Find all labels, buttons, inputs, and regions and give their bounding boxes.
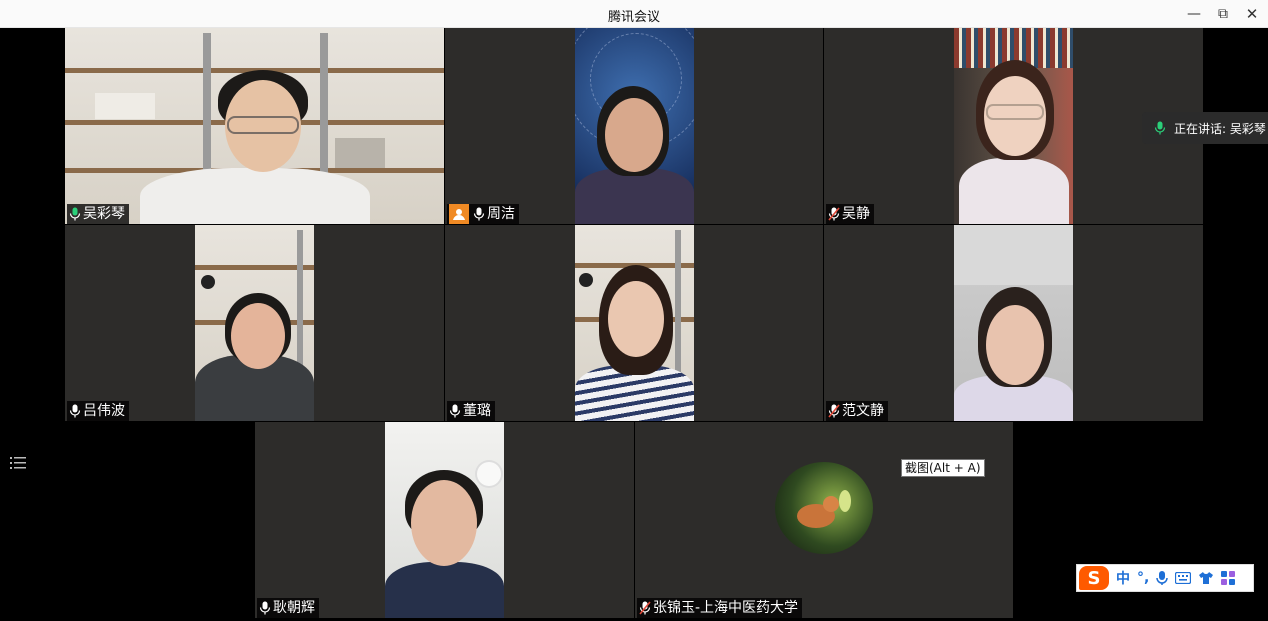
mic-on-icon bbox=[449, 404, 461, 418]
video-feed bbox=[575, 225, 694, 421]
participant-label: 张锦玉-上海中医药大学 bbox=[637, 598, 803, 618]
participant-name: 董璐 bbox=[463, 403, 491, 419]
title-bar: 腾讯会议 — ⧉ ✕ bbox=[0, 0, 1268, 28]
minimize-button[interactable]: — bbox=[1181, 3, 1207, 25]
mic-muted-icon bbox=[828, 404, 840, 418]
ime-toolbar[interactable]: S 中 °, bbox=[1076, 564, 1254, 592]
toolbox-icon[interactable] bbox=[1221, 571, 1236, 585]
speaking-text: 正在讲话: 吴彩琴 bbox=[1174, 121, 1266, 136]
sogou-logo[interactable]: S bbox=[1079, 566, 1109, 590]
participant-tile[interactable]: 张锦玉-上海中医药大学 bbox=[635, 422, 1013, 618]
screenshot-tooltip: 截图(Alt + A) bbox=[901, 459, 985, 477]
mic-on-icon bbox=[1154, 121, 1166, 135]
video-feed bbox=[385, 422, 504, 618]
participant-name: 范文静 bbox=[842, 403, 884, 419]
participant-label: 吕伟波 bbox=[67, 401, 129, 421]
mic-on-icon bbox=[259, 601, 271, 615]
participant-label: 范文静 bbox=[826, 401, 888, 421]
mic-muted-icon bbox=[828, 207, 840, 221]
participant-tile[interactable]: 周洁 bbox=[445, 28, 823, 224]
host-icon bbox=[449, 204, 469, 224]
member-list-icon[interactable] bbox=[8, 454, 28, 472]
participant-label: 吴静 bbox=[826, 204, 874, 224]
close-button[interactable]: ✕ bbox=[1239, 3, 1265, 25]
participant-label: 董璐 bbox=[447, 401, 495, 421]
mic-muted-icon bbox=[639, 601, 651, 615]
mic-icon[interactable] bbox=[1156, 570, 1169, 586]
mic-on-icon bbox=[473, 207, 485, 221]
video-feed bbox=[65, 28, 444, 224]
mic-on-icon bbox=[69, 207, 81, 221]
participant-name: 吴彩琴 bbox=[83, 206, 125, 222]
participant-tile[interactable]: 范文静 bbox=[824, 225, 1203, 421]
ime-mode[interactable]: 中 bbox=[1116, 568, 1130, 588]
video-grid: 吴彩琴 周洁 吴静 吕伟波 董璐 范文静 耿朝辉 张锦玉-上海中医药大学 bbox=[0, 28, 1268, 621]
participant-name: 吴静 bbox=[842, 206, 870, 222]
participant-name: 耿朝辉 bbox=[273, 600, 315, 616]
video-feed bbox=[954, 225, 1073, 421]
keyboard-icon[interactable] bbox=[1175, 572, 1192, 584]
restore-button[interactable]: ⧉ bbox=[1210, 3, 1236, 25]
video-feed bbox=[575, 28, 694, 224]
participant-tile[interactable]: 吴彩琴 bbox=[65, 28, 444, 224]
participant-tile[interactable]: 耿朝辉 bbox=[255, 422, 634, 618]
participant-tile[interactable]: 董璐 bbox=[445, 225, 823, 421]
participant-label: 吴彩琴 bbox=[67, 204, 129, 224]
mic-on-icon bbox=[69, 404, 81, 418]
speaking-indicator: 正在讲话: 吴彩琴 bbox=[1142, 112, 1268, 144]
participant-name: 周洁 bbox=[487, 206, 515, 222]
participant-name: 张锦玉-上海中医药大学 bbox=[653, 600, 799, 616]
app-title: 腾讯会议 bbox=[607, 10, 660, 25]
video-feed bbox=[954, 28, 1073, 224]
skin-icon[interactable] bbox=[1198, 571, 1214, 585]
participant-label: 耿朝辉 bbox=[257, 598, 319, 618]
video-feed bbox=[195, 225, 314, 421]
participant-tile[interactable]: 吕伟波 bbox=[65, 225, 444, 421]
participant-label: 周洁 bbox=[447, 204, 519, 224]
ime-punct[interactable]: °, bbox=[1137, 570, 1149, 586]
avatar bbox=[775, 462, 873, 554]
participant-name: 吕伟波 bbox=[83, 403, 125, 419]
